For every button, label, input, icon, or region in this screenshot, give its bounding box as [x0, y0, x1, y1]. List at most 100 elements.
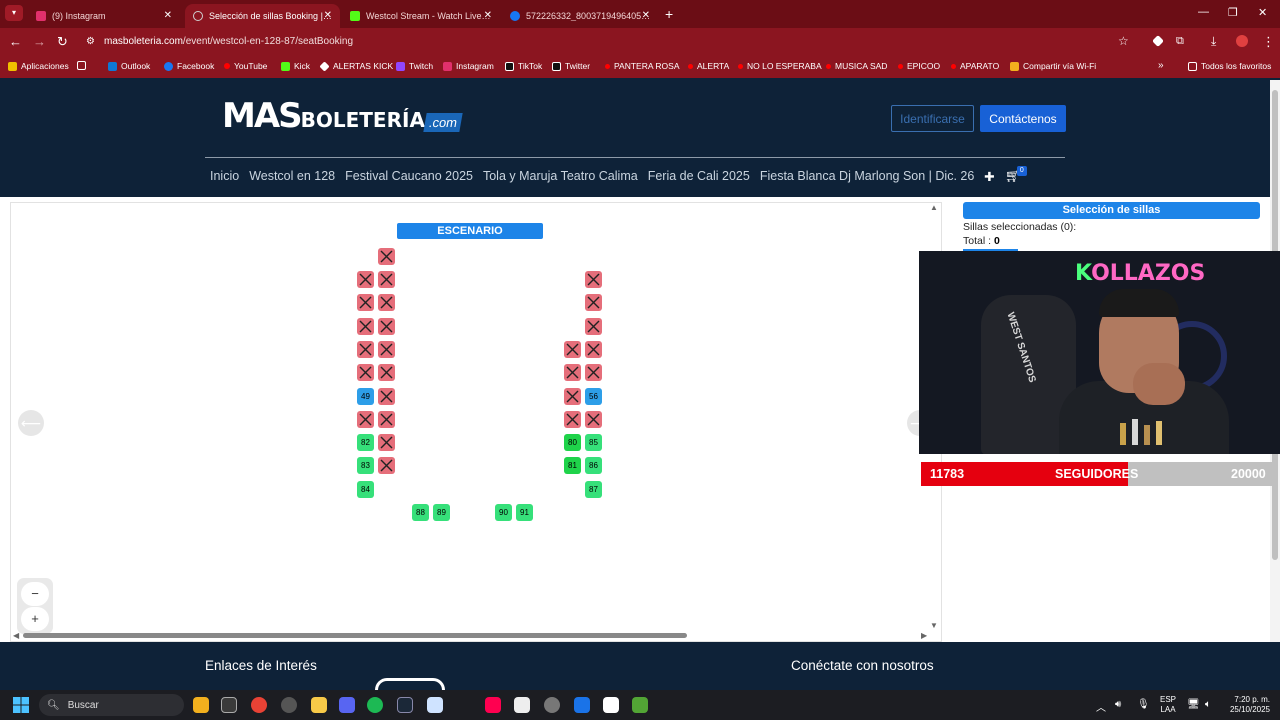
puzzle-icon[interactable]: ⧉	[1176, 35, 1184, 48]
bookmark-epicoo[interactable]: EPICOO	[898, 61, 940, 71]
seat-sold[interactable]	[357, 411, 374, 428]
settings-icon[interactable]	[544, 697, 560, 713]
seat-sold[interactable]	[564, 364, 581, 381]
seat-83[interactable]: 83	[357, 457, 374, 474]
file-explorer-icon[interactable]	[193, 697, 209, 713]
seat-sold[interactable]	[378, 294, 395, 311]
scroll-left-icon[interactable]: ◀	[13, 631, 19, 640]
discord-icon[interactable]	[339, 697, 355, 713]
bookmark-alerta[interactable]: ALERTA	[688, 61, 729, 71]
seat-sold[interactable]	[378, 248, 395, 265]
restore-button[interactable]: ❐	[1228, 6, 1238, 19]
forward-button[interactable]: →	[33, 34, 46, 49]
site-info-icon[interactable]: ⚙	[86, 36, 95, 47]
seat-sold[interactable]	[378, 388, 395, 405]
minecraft-icon[interactable]	[632, 697, 648, 713]
nav-item-fiesta-blanca[interactable]: Fiesta Blanca Dj Marlong Son | Dic. 26	[760, 169, 974, 187]
seat-85[interactable]: 85	[585, 434, 602, 451]
zoom-in-button[interactable]: +	[21, 607, 49, 631]
more-bookmarks-icon[interactable]: »	[1158, 60, 1164, 71]
close-icon[interactable]: ✕	[484, 10, 492, 21]
app-icon-4[interactable]	[514, 697, 530, 713]
tab-westcol-stream[interactable]: Westcol Stream - Watch Live on Kick ✕	[342, 4, 500, 28]
tab-instagram[interactable]: (9) Instagram ✕	[28, 4, 180, 28]
seat-sold[interactable]	[378, 341, 395, 358]
download-icon[interactable]: ⤓	[1211, 34, 1216, 49]
seat-87[interactable]: 87	[585, 481, 602, 498]
tab-seat-booking[interactable]: Selección de sillas Booking | masboleter…	[185, 4, 340, 28]
seat-90[interactable]: 90	[495, 504, 512, 521]
seat-sold[interactable]	[357, 318, 374, 335]
seat-sold[interactable]	[564, 341, 581, 358]
steam-icon[interactable]	[397, 697, 413, 713]
bookmark-tiktok[interactable]: TikTok	[505, 61, 542, 71]
seat-88[interactable]: 88	[412, 504, 429, 521]
tab-search-icon[interactable]: ▾	[5, 5, 23, 21]
menu-icon[interactable]: ⋮	[1262, 34, 1275, 50]
login-button[interactable]: Identificarse	[891, 105, 974, 132]
bookmark-youtube[interactable]: YouTube	[224, 61, 267, 71]
scroll-left-arrow[interactable]: ⟵	[18, 410, 44, 436]
cart-button[interactable]: 🛒︎ 0	[1005, 166, 1031, 187]
nav-item-inicio[interactable]: Inicio	[210, 169, 239, 187]
seat-sold[interactable]	[378, 457, 395, 474]
address-bar[interactable]: masboleteria.com/event/westcol-en-128-87…	[104, 36, 353, 47]
nav-item-westcol[interactable]: Westcol en 128	[249, 169, 335, 187]
seat-sold[interactable]	[585, 411, 602, 428]
seat-81[interactable]: 81	[564, 457, 581, 474]
tray-chevron-icon[interactable]: ︿	[1096, 699, 1106, 714]
seat-89[interactable]: 89	[433, 504, 450, 521]
bookmark-instagram[interactable]: Instagram	[443, 61, 494, 71]
bookmark-facebook[interactable]: Facebook	[164, 61, 214, 71]
tab-facebook-image[interactable]: 572226332_800371949640556_... ✕	[502, 4, 658, 28]
network-icon[interactable]: 🖥︎	[1187, 699, 1200, 710]
tiktok-icon[interactable]	[485, 697, 501, 713]
bookmark-compartir-wifi[interactable]: Compartir vía Wi-Fi	[1010, 61, 1096, 71]
seat-sold[interactable]	[378, 411, 395, 428]
app-icon-3[interactable]	[427, 697, 443, 713]
new-tab-button[interactable]: +	[665, 6, 673, 22]
store-icon[interactable]	[221, 697, 237, 713]
profile-avatar[interactable]	[1236, 35, 1248, 47]
bookmark-outlook[interactable]: Outlook	[108, 61, 150, 71]
close-icon[interactable]: ✕	[642, 10, 650, 21]
seat-sold[interactable]	[378, 364, 395, 381]
scrollbar-thumb[interactable]	[23, 633, 687, 638]
seat-80[interactable]: 80	[564, 434, 581, 451]
scroll-up-arrow[interactable]: ▲	[930, 203, 938, 212]
bookmark-twitter[interactable]: Twitter	[552, 61, 590, 71]
bookmark-kick[interactable]: Kick	[281, 61, 310, 71]
chrome-icon[interactable]	[251, 697, 267, 713]
apps-grid-icon-2[interactable]	[77, 61, 90, 70]
extension-icon[interactable]	[1152, 35, 1164, 47]
seat-84[interactable]: 84	[357, 481, 374, 498]
seat-sold[interactable]	[378, 318, 395, 335]
contact-button[interactable]: Contáctenos	[980, 105, 1066, 132]
seat-sold[interactable]	[564, 411, 581, 428]
nav-item-feria-cali[interactable]: Feria de Cali 2025	[648, 169, 750, 187]
speaker-icon[interactable]: 🔊︎	[1115, 699, 1121, 710]
horizontal-scrollbar[interactable]: ◀ ▶	[11, 631, 943, 641]
taskbar-search[interactable]: 🔍︎ Buscar	[39, 694, 184, 716]
plus-icon[interactable]: ✚	[984, 169, 994, 187]
app-icon-2[interactable]	[311, 697, 327, 713]
zoom-out-button[interactable]: −	[21, 582, 49, 606]
seat-91[interactable]: 91	[516, 504, 533, 521]
seat-86[interactable]: 86	[585, 457, 602, 474]
all-bookmarks[interactable]: Todos los favoritos	[1188, 61, 1271, 71]
seat-49[interactable]: 49	[357, 388, 374, 405]
scroll-down-arrow[interactable]: ▼	[930, 621, 938, 630]
nav-item-tola-maruja[interactable]: Tola y Maruja Teatro Calima	[483, 169, 638, 187]
seat-sold[interactable]	[378, 271, 395, 288]
scroll-right-icon[interactable]: ▶	[921, 631, 927, 640]
bookmark-apps[interactable]: Aplicaciones	[8, 61, 69, 71]
seat-sold[interactable]	[585, 294, 602, 311]
seat-sold[interactable]	[378, 434, 395, 451]
close-window-button[interactable]: ✕	[1258, 6, 1267, 19]
site-logo[interactable]: MASBOLETERÍA .com	[222, 96, 463, 136]
seat-82[interactable]: 82	[357, 434, 374, 451]
seat-sold[interactable]	[564, 388, 581, 405]
spotify-icon[interactable]	[367, 697, 383, 713]
bookmark-no-lo-esperaba[interactable]: NO LO ESPERABA	[738, 61, 822, 71]
minimize-button[interactable]: —	[1198, 6, 1209, 18]
